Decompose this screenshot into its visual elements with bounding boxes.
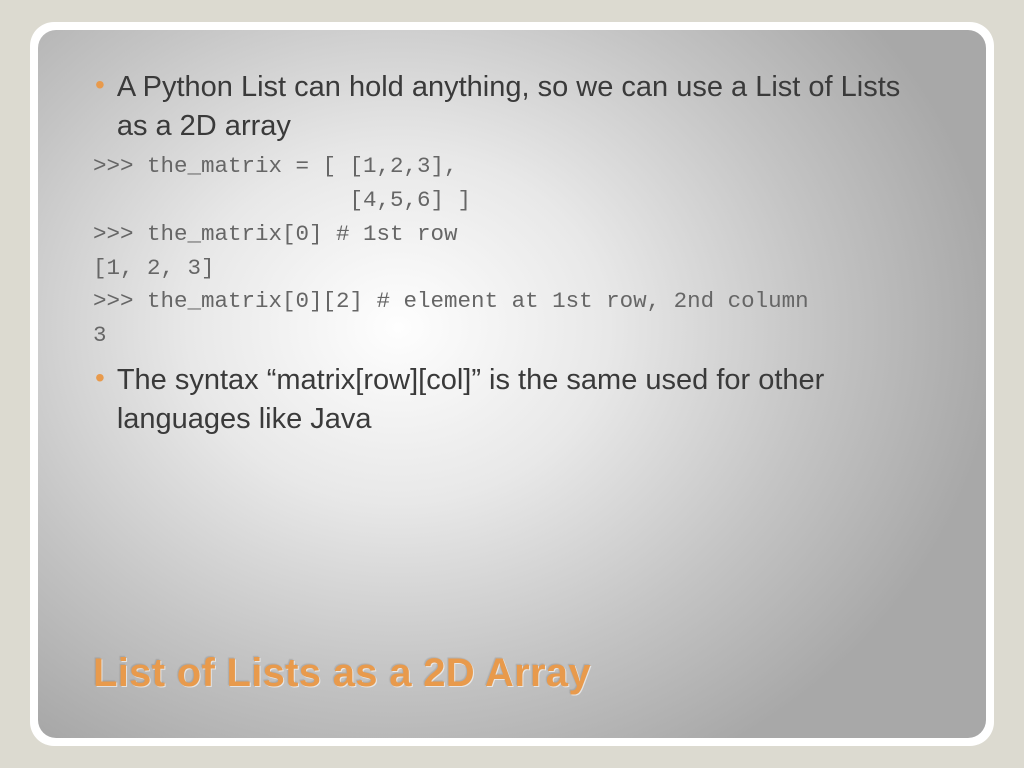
- code-example: >>> the_matrix = [ [1,2,3], [4,5,6] ] >>…: [93, 150, 931, 353]
- bullet-item-1: • A Python List can hold anything, so we…: [93, 68, 931, 146]
- slide-title: List of Lists as a 2D Array: [93, 651, 591, 696]
- slide-content-area: • A Python List can hold anything, so we…: [38, 30, 986, 738]
- bullet-text-2: The syntax “matrix[row][col]” is the sam…: [117, 361, 931, 439]
- code-line-6: 3: [93, 322, 107, 348]
- code-line-2: [4,5,6] ]: [93, 187, 471, 213]
- slide-outer-frame: • A Python List can hold anything, so we…: [30, 22, 994, 746]
- bullet-icon: •: [95, 364, 105, 392]
- bullet-item-2: • The syntax “matrix[row][col]” is the s…: [93, 361, 931, 439]
- code-line-4: [1, 2, 3]: [93, 255, 215, 281]
- code-line-5: >>> the_matrix[0][2] # element at 1st ro…: [93, 288, 809, 314]
- bullet-icon: •: [95, 71, 105, 99]
- slide-body: • A Python List can hold anything, so we…: [93, 68, 931, 439]
- code-line-3: >>> the_matrix[0] # 1st row: [93, 221, 458, 247]
- bullet-text-1: A Python List can hold anything, so we c…: [117, 68, 931, 146]
- code-line-1: >>> the_matrix = [ [1,2,3],: [93, 153, 458, 179]
